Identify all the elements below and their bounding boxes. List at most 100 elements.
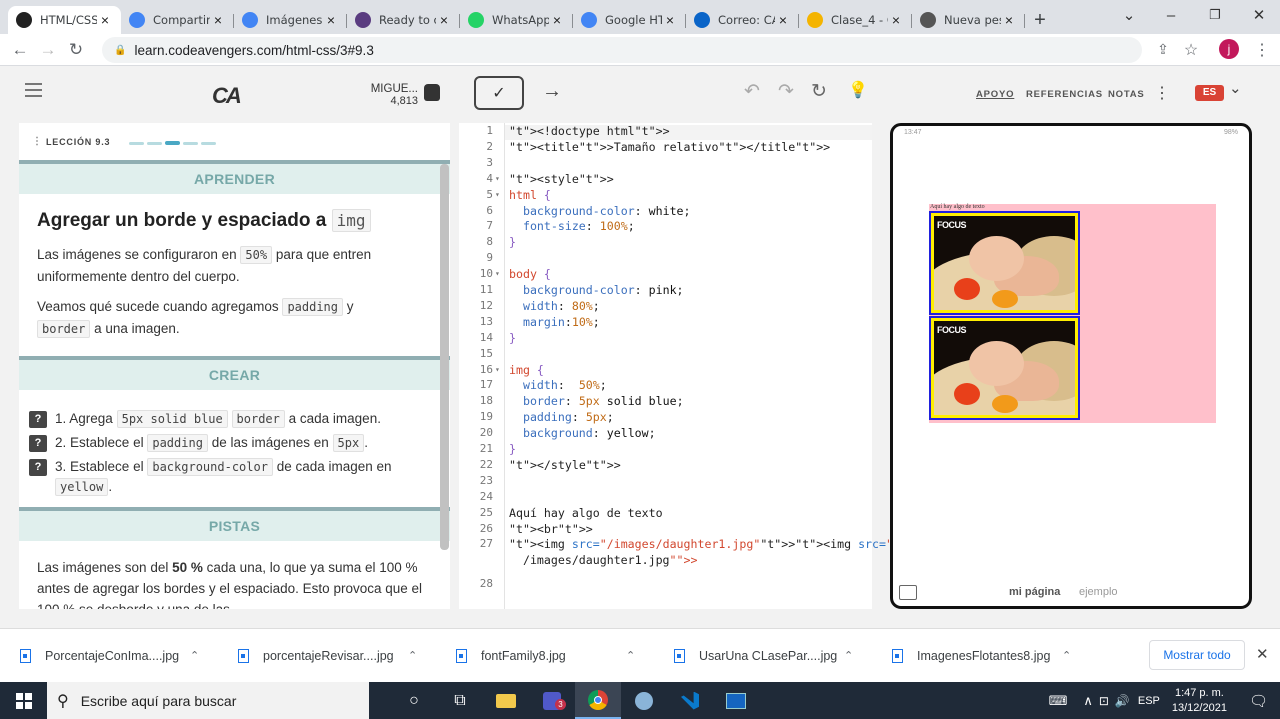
file-explorer-icon[interactable]: [483, 682, 529, 719]
code-line[interactable]: "t"><img src="/images/daughter1.jpg""t">…: [509, 537, 893, 551]
code-editor[interactable]: 1 2 3 4 ▾ 5 ▾ 6 7 8 9 10 ▾ 11 12 13 14 15 16 ▾ 17 18 19 20 21 22 2…: [459, 123, 893, 609]
bookmark-star-icon[interactable]: ☆: [1177, 36, 1205, 64]
task-help-icon[interactable]: ?: [29, 435, 47, 452]
progress-step[interactable]: [147, 141, 163, 145]
window-close-button[interactable]: ✕: [1238, 0, 1280, 30]
reload-button[interactable]: ↻: [62, 36, 90, 64]
code-line[interactable]: Aquí hay algo de texto: [509, 506, 663, 520]
minimize-button[interactable]: –: [1150, 0, 1192, 30]
undo-icon[interactable]: ↶: [744, 80, 760, 103]
chevron-up-icon[interactable]: ⌃: [844, 649, 853, 662]
download-item[interactable]: ImagenesFlotantes8.jpg ⌃: [872, 636, 1090, 676]
close-tab-icon[interactable]: ×: [1001, 12, 1017, 28]
taskbar-search[interactable]: ⚲ Escribe aquí para buscar: [47, 682, 369, 719]
task-view-icon[interactable]: ⧉: [437, 682, 483, 719]
url-bar[interactable]: 🔒 learn.codeavengers.com/html-css/3#9.3: [102, 37, 1142, 63]
profile-avatar[interactable]: j: [1219, 39, 1239, 59]
task-help-icon[interactable]: ?: [29, 459, 47, 476]
chrome-icon[interactable]: [575, 682, 621, 719]
code-line[interactable]: /images/daughter1.jpg"">>: [509, 553, 698, 567]
codeavengers-logo[interactable]: CA: [212, 83, 242, 109]
lesson-scrollbar[interactable]: [440, 164, 449, 550]
browser-tab[interactable]: Ready to c ×: [347, 6, 460, 34]
hamburger-menu-icon[interactable]: [25, 83, 42, 97]
next-arrow-button[interactable]: →: [542, 80, 562, 103]
chevron-down-icon[interactable]: ⌄: [1229, 79, 1242, 97]
section-header-create[interactable]: CREAR: [19, 356, 450, 390]
browser-tab[interactable]: Google HT ×: [573, 6, 686, 34]
volume-icon[interactable]: 🔊: [1115, 694, 1130, 708]
teams-icon[interactable]: 3: [529, 682, 575, 719]
browser-tab[interactable]: WhatsApp ×: [460, 6, 573, 34]
fold-arrow-icon[interactable]: ▾: [495, 269, 500, 278]
link-referencias[interactable]: REFERENCIAS: [1026, 89, 1103, 100]
link-apoyo[interactable]: APOYO: [976, 89, 1014, 100]
close-tab-icon[interactable]: ×: [436, 12, 452, 28]
back-button[interactable]: ←: [6, 36, 34, 64]
photos-icon[interactable]: [713, 682, 759, 719]
cortana-icon[interactable]: ○: [391, 682, 437, 719]
browser-menu-icon[interactable]: ⋮: [1248, 36, 1276, 64]
share-icon[interactable]: ⇪: [1149, 36, 1177, 64]
progress-step[interactable]: [183, 141, 199, 145]
close-tab-icon[interactable]: ×: [888, 12, 904, 28]
user-avatar-icon[interactable]: [424, 84, 440, 101]
language-badge[interactable]: ES: [1195, 85, 1224, 101]
download-item[interactable]: UsarUna CLasePar....jpg ⌃: [654, 636, 872, 676]
close-tab-icon[interactable]: ×: [323, 12, 339, 28]
code-line[interactable]: body {: [509, 267, 551, 281]
browser-tab[interactable]: Clase_4 - C×: [799, 6, 912, 34]
tab-search-chevron-icon[interactable]: ⌄: [1108, 0, 1150, 30]
progress-step[interactable]: [201, 141, 217, 145]
download-item[interactable]: PorcentajeConIma....jpg ⌃: [0, 636, 218, 676]
close-tab-icon[interactable]: ×: [210, 12, 226, 28]
tab-my-page[interactable]: mi página: [1009, 586, 1060, 598]
code-line[interactable]: "t"><!doctype html"t">>: [509, 124, 670, 138]
code-line[interactable]: background-color: pink;: [509, 283, 684, 297]
code-line[interactable]: width: 50%;: [509, 378, 607, 392]
user-info[interactable]: MIGUE... 4,813: [366, 83, 418, 107]
close-tab-icon[interactable]: ×: [549, 12, 565, 28]
chevron-up-icon[interactable]: ⌃: [190, 649, 199, 662]
windows-start-icon[interactable]: [0, 682, 47, 719]
link-notas[interactable]: NOTAS: [1108, 89, 1145, 100]
code-line[interactable]: }: [509, 442, 516, 456]
download-item[interactable]: porcentajeRevisar....jpg ⌃: [218, 636, 436, 676]
close-tab-icon[interactable]: ×: [775, 12, 791, 28]
keyboard-icon[interactable]: ⌨: [1049, 693, 1068, 709]
code-line[interactable]: border: 5px solid blue;: [509, 394, 684, 408]
code-line[interactable]: html {: [509, 188, 551, 202]
language-indicator[interactable]: ESP: [1138, 695, 1160, 707]
browser-tab[interactable]: Correo: CA ×: [686, 6, 799, 34]
code-line[interactable]: }: [509, 235, 516, 249]
browser-tab[interactable]: HTML/CSS ×: [8, 6, 121, 34]
chevron-up-icon[interactable]: ⌃: [408, 649, 417, 662]
fold-arrow-icon[interactable]: ▾: [495, 174, 500, 183]
new-tab-button[interactable]: +: [1025, 6, 1055, 34]
chevron-up-icon[interactable]: ∧: [1083, 693, 1093, 709]
drag-handle-icon[interactable]: ⋮: [32, 136, 42, 146]
show-all-downloads-button[interactable]: Mostrar todo: [1149, 640, 1245, 670]
code-line[interactable]: "t"></style"t">>: [509, 458, 621, 472]
check-code-button[interactable]: ✓: [474, 76, 524, 110]
section-header-learn[interactable]: APRENDER: [19, 160, 450, 194]
progress-step[interactable]: [129, 141, 145, 145]
redo-icon[interactable]: ↷: [778, 80, 794, 103]
section-header-hints[interactable]: PISTAS: [19, 507, 450, 541]
code-line[interactable]: "t"><title"t">>Tamaño relativo"t"></titl…: [509, 140, 830, 154]
tab-example[interactable]: ejemplo: [1079, 586, 1118, 598]
code-line[interactable]: "t"><style"t">>: [509, 172, 614, 186]
download-item[interactable]: fontFamily8.jpg ⌃: [436, 636, 654, 676]
maximize-button[interactable]: ❐: [1194, 0, 1236, 30]
forward-button[interactable]: →: [34, 36, 62, 64]
vscode-icon[interactable]: [667, 682, 713, 719]
chevron-up-icon[interactable]: ⌃: [626, 649, 635, 662]
close-tab-icon[interactable]: ×: [662, 12, 678, 28]
code-line[interactable]: width: 80%;: [509, 299, 600, 313]
code-line[interactable]: font-size: 100%;: [509, 219, 635, 233]
clock[interactable]: 1:47 p. m. 13/12/2021: [1172, 686, 1227, 716]
network-icon[interactable]: ⊡: [1099, 694, 1109, 708]
reset-icon[interactable]: ↻: [811, 80, 827, 103]
browser-tab[interactable]: Compartir ×: [121, 6, 234, 34]
close-downloads-icon[interactable]: ✕: [1256, 645, 1269, 663]
